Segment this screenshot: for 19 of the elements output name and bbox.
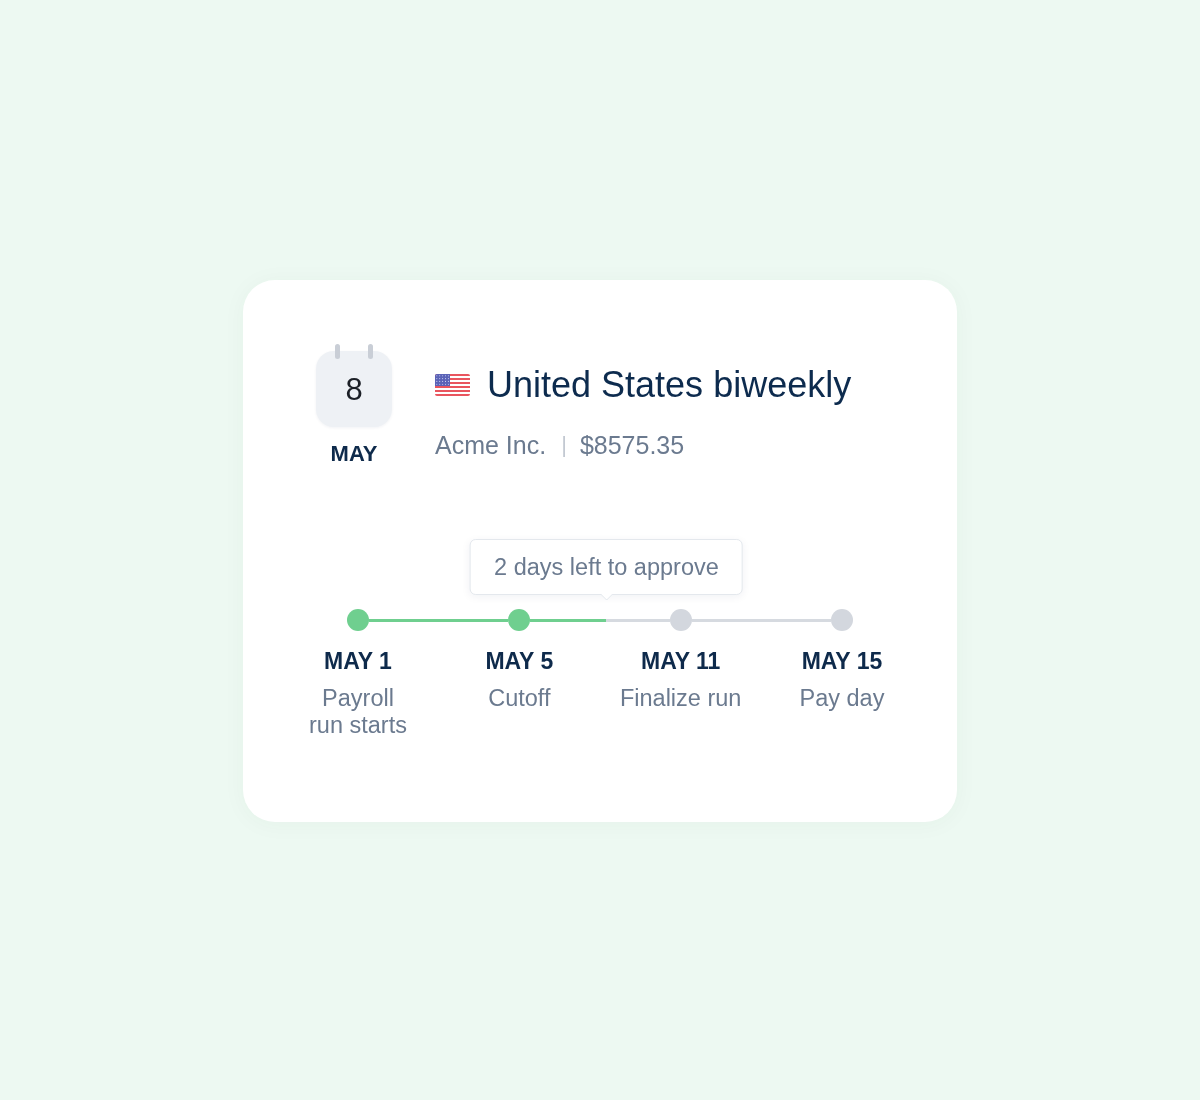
milestone-label: Finalize run — [619, 684, 742, 712]
company-name: Acme Inc. — [435, 430, 547, 461]
binder-ring-icon — [368, 344, 373, 359]
milestone-date: MAY 11 — [641, 648, 721, 676]
calendar-month: MAY — [330, 441, 378, 468]
milestone-label: Payroll run starts — [309, 684, 407, 739]
payroll-amount: $8575.35 — [579, 430, 685, 461]
milestone-label: Cutoff — [488, 684, 551, 712]
milestone-date: MAY 1 — [324, 648, 392, 676]
milestone-date: MAY 5 — [485, 648, 554, 676]
schedule-title: United States biweekly — [487, 363, 852, 407]
binder-ring-icon — [335, 344, 340, 359]
flag-icon — [435, 373, 470, 396]
tooltip: 2 days left to approve — [470, 539, 743, 595]
milestone-label: Pay day — [799, 684, 885, 712]
tooltip-pointer-icon — [600, 594, 613, 601]
milestone-date: MAY 15 — [801, 648, 883, 676]
calendar-day: 8 — [345, 373, 363, 405]
separator: | — [561, 432, 567, 459]
